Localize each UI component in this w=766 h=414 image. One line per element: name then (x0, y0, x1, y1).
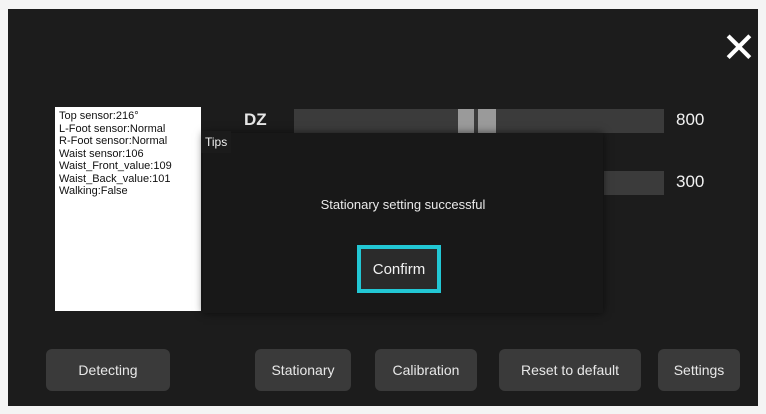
sensor-line: Waist sensor:106 (59, 147, 144, 160)
dz-value: 800 (676, 110, 705, 129)
dz-label: DZ (244, 110, 267, 129)
confirm-button[interactable]: Confirm (357, 245, 441, 293)
settings-button[interactable]: Settings (658, 349, 740, 391)
dz-slider-thumb[interactable] (458, 109, 496, 133)
sensor-line: Waist_Front_value:109 (59, 160, 172, 172)
sensor-line: Walking:False (59, 185, 128, 197)
second-slider[interactable] (604, 171, 664, 195)
dialog-message: Stationary setting successful (320, 197, 486, 212)
reset-to-default-button[interactable]: Reset to default (499, 349, 641, 391)
dialog-title: Tips (201, 131, 232, 153)
device-screen: ✕ Top sensor:216° L-Foot sensor:Normal R… (8, 9, 758, 406)
sensor-line: L-Foot sensor:Normal (59, 122, 166, 135)
second-value: 300 (676, 172, 705, 191)
detecting-button[interactable]: Detecting (46, 349, 170, 391)
sensor-status-panel: Top sensor:216° L-Foot sensor:Normal R-F… (55, 107, 201, 311)
stationary-button[interactable]: Stationary (255, 349, 351, 391)
sensor-line: R-Foot sensor:Normal (59, 135, 168, 147)
dz-slider[interactable] (294, 109, 664, 133)
tips-dialog: Tips Stationary setting successful Confi… (201, 131, 603, 313)
sensor-line: Waist_Back_value:101 (59, 172, 171, 185)
calibration-button[interactable]: Calibration (375, 349, 477, 391)
sensor-line: Top sensor:216° (59, 110, 139, 122)
close-icon[interactable]: ✕ (718, 27, 760, 69)
